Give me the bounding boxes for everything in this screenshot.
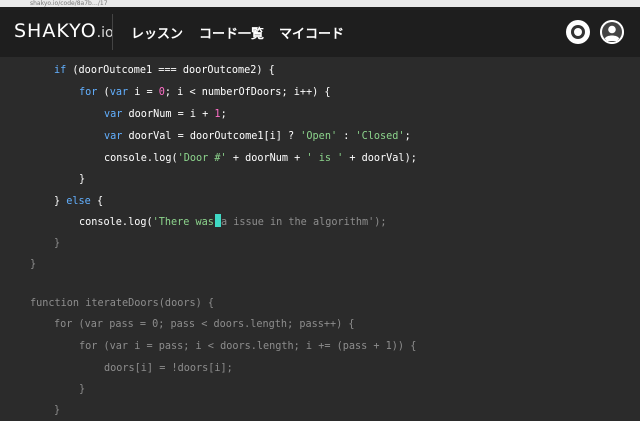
code-token: { [90,196,104,207]
code-token: } [54,238,61,249]
code-token: ; [220,109,227,120]
code-token: var [109,87,129,98]
nav-my-code[interactable]: マイコード [279,23,344,42]
code-token: doors[i] = !doors[i]; [104,363,233,374]
browser-url-text: shakyo.io/code/8a7b…/17 [30,0,108,7]
code-line: for (var i = 0; i < numberOfDoors; i++) … [79,83,331,103]
code-line: for (var i = pass; i < doors.length; i +… [79,337,416,357]
code-token: ; [404,131,411,142]
code-token: 'Open' [300,131,338,142]
code-token: console.log( [79,217,153,228]
code-token: a issue in the algorithm'); [220,217,387,228]
code-line: var doorVal = doorOutcome1[i] ? 'Open' :… [104,127,411,147]
code-line: console.log('There was a issue in the alg… [79,213,387,233]
code-line: } [54,234,60,254]
code-token: ' is ' [306,153,344,164]
code-token: (doorOutcome1 === doorOutcome2) { [66,65,275,76]
code-line: console.log('Door #' + doorNum + ' is ' … [104,149,417,169]
site-header: SHAKYO.io レッスン コード一覧 マイコード [0,7,640,57]
code-token: 'Closed' [355,131,405,142]
code-token: i = [128,87,159,98]
code-token: + doorVal); [343,153,417,164]
code-token: 'Door #' [177,153,227,164]
code-token: } [54,196,67,207]
code-token: function iterateDoors(doors) { [30,298,215,309]
nav-lessons[interactable]: レッスン [131,23,183,42]
code-line: for (var pass = 0; pass < doors.length; … [54,315,355,335]
logo-main: SHAKYO [14,20,97,42]
code-token: 'There was [152,217,214,228]
code-line: if (doorOutcome1 === doorOutcome2) { [54,61,275,81]
code-token: ( [97,87,110,98]
code-token: : [337,131,356,142]
code-token: var [104,109,123,120]
code-token: } [79,384,86,395]
code-token: } [30,259,37,270]
code-line: doors[i] = !doors[i]; [104,359,233,379]
code-token: } [79,174,86,185]
code-line: function iterateDoors(doors) { [30,294,214,314]
code-line: } [30,255,36,275]
code-line: } [54,401,60,421]
code-token: } [54,405,61,416]
code-token: for (var pass = 0; pass < doors.length; … [54,319,355,330]
code-token: for [79,87,98,98]
code-line: var doorNum = i + 1; [104,105,227,125]
nav-code-list[interactable]: コード一覧 [199,23,264,42]
code-line: } [79,380,85,400]
code-token: else [66,196,91,207]
code-editor[interactable]: if (doorOutcome1 === doorOutcome2) {for … [0,57,640,416]
header-divider [112,14,113,50]
code-token: console.log( [104,153,178,164]
code-token: var [104,131,123,142]
user-account-icon[interactable] [600,20,624,44]
site-logo[interactable]: SHAKYO.io [14,20,114,42]
code-token: doorVal = doorOutcome1[i] ? [122,131,301,142]
browser-address-strip: shakyo.io/code/8a7b…/17 [0,0,640,7]
theme-toggle-icon[interactable] [566,20,590,44]
code-token: + doorNum + [226,153,307,164]
code-token: for (var i = pass; i < doors.length; i +… [79,341,417,352]
code-token: if [54,65,67,76]
code-token: ; i < numberOfDoors; i++) { [164,87,331,98]
code-line: } [79,170,85,190]
code-token: doorNum = i + [122,109,215,120]
code-line: } else { [54,192,103,212]
